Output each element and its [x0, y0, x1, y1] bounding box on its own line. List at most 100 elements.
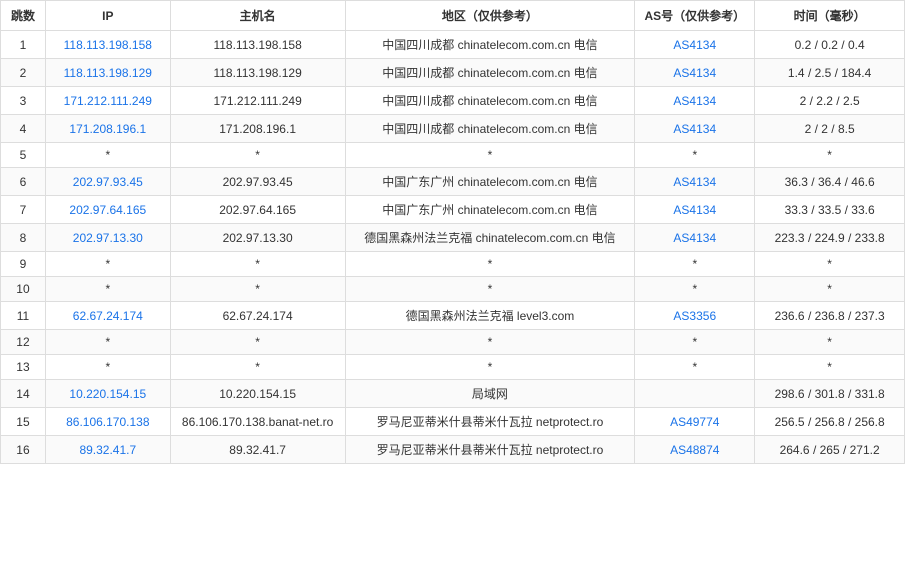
traceroute-table: 跳数 IP 主机名 地区（仅供参考） AS号（仅供参考） 时间（毫秒） 1118…: [0, 0, 905, 464]
cell-ip[interactable]: 202.97.13.30: [45, 224, 170, 252]
cell-hop: 16: [1, 436, 46, 464]
cell-as[interactable]: AS49774: [635, 408, 755, 436]
cell-as[interactable]: AS4134: [635, 168, 755, 196]
cell-hop: 3: [1, 87, 46, 115]
table-row: 3171.212.111.249171.212.111.249中国四川成都 ch…: [1, 87, 905, 115]
cell-hostname: 86.106.170.138.banat-net.ro: [170, 408, 345, 436]
cell-hostname: 202.97.13.30: [170, 224, 345, 252]
cell-as: *: [635, 355, 755, 380]
table-row: 7202.97.64.165202.97.64.165中国广东广州 chinat…: [1, 196, 905, 224]
cell-hop: 7: [1, 196, 46, 224]
cell-ip[interactable]: 118.113.198.158: [45, 31, 170, 59]
cell-as[interactable]: AS48874: [635, 436, 755, 464]
cell-as[interactable]: AS4134: [635, 196, 755, 224]
cell-region: 中国广东广州 chinatelecom.com.cn 电信: [345, 196, 635, 224]
cell-ip[interactable]: 118.113.198.129: [45, 59, 170, 87]
cell-ip: *: [45, 277, 170, 302]
cell-hostname: 202.97.93.45: [170, 168, 345, 196]
table-row: 1118.113.198.158118.113.198.158中国四川成都 ch…: [1, 31, 905, 59]
cell-hop: 1: [1, 31, 46, 59]
cell-ip[interactable]: 10.220.154.15: [45, 380, 170, 408]
cell-ip[interactable]: 171.208.196.1: [45, 115, 170, 143]
cell-region: *: [345, 277, 635, 302]
cell-time: 1.4 / 2.5 / 184.4: [755, 59, 905, 87]
cell-hostname: 89.32.41.7: [170, 436, 345, 464]
table-row: 1410.220.154.1510.220.154.15局域网298.6 / 3…: [1, 380, 905, 408]
as-link[interactable]: AS4134: [673, 94, 716, 108]
ip-link[interactable]: 202.97.13.30: [73, 231, 143, 245]
cell-as[interactable]: AS4134: [635, 115, 755, 143]
cell-region: 中国四川成都 chinatelecom.com.cn 电信: [345, 31, 635, 59]
cell-region: 中国四川成都 chinatelecom.com.cn 电信: [345, 115, 635, 143]
ip-link[interactable]: 171.208.196.1: [69, 122, 146, 136]
cell-hop: 6: [1, 168, 46, 196]
ip-link[interactable]: 202.97.64.165: [69, 203, 146, 217]
cell-region: 中国广东广州 chinatelecom.com.cn 电信: [345, 168, 635, 196]
ip-link[interactable]: 202.97.93.45: [73, 175, 143, 189]
as-link[interactable]: AS4134: [673, 122, 716, 136]
ip-link[interactable]: 118.113.198.158: [64, 38, 152, 52]
table-row: 1162.67.24.17462.67.24.174德国黑森州法兰克福 leve…: [1, 302, 905, 330]
cell-hop: 11: [1, 302, 46, 330]
as-link[interactable]: AS4134: [673, 66, 716, 80]
cell-hop: 12: [1, 330, 46, 355]
cell-hostname: 202.97.64.165: [170, 196, 345, 224]
cell-time: *: [755, 355, 905, 380]
cell-time: *: [755, 277, 905, 302]
cell-as[interactable]: AS4134: [635, 224, 755, 252]
ip-link[interactable]: 171.212.111.249: [64, 94, 152, 108]
as-link[interactable]: AS4134: [673, 231, 716, 245]
cell-hop: 15: [1, 408, 46, 436]
cell-hostname: 171.212.111.249: [170, 87, 345, 115]
cell-region: *: [345, 330, 635, 355]
cell-as[interactable]: AS4134: [635, 59, 755, 87]
cell-as[interactable]: AS3356: [635, 302, 755, 330]
cell-as: *: [635, 143, 755, 168]
as-link[interactable]: AS4134: [673, 175, 716, 189]
table-row: 5*****: [1, 143, 905, 168]
cell-hop: 14: [1, 380, 46, 408]
cell-region: *: [345, 355, 635, 380]
as-link[interactable]: AS48874: [670, 443, 719, 457]
table-row: 2118.113.198.129118.113.198.129中国四川成都 ch…: [1, 59, 905, 87]
col-header-hop: 跳数: [1, 1, 46, 31]
cell-ip[interactable]: 202.97.93.45: [45, 168, 170, 196]
cell-as[interactable]: AS4134: [635, 31, 755, 59]
ip-link[interactable]: 62.67.24.174: [73, 309, 143, 323]
col-header-ip: IP: [45, 1, 170, 31]
cell-time: 33.3 / 33.5 / 33.6: [755, 196, 905, 224]
cell-time: *: [755, 252, 905, 277]
cell-hostname: 118.113.198.158: [170, 31, 345, 59]
cell-region: 罗马尼亚蒂米什县蒂米什瓦拉 netprotect.ro: [345, 408, 635, 436]
cell-ip[interactable]: 202.97.64.165: [45, 196, 170, 224]
cell-hostname: *: [170, 277, 345, 302]
as-link[interactable]: AS4134: [673, 38, 716, 52]
as-link[interactable]: AS4134: [673, 203, 716, 217]
as-link[interactable]: AS3356: [673, 309, 716, 323]
table-row: 15 86.106.170.138 86.106.170.138.banat-net…: [1, 408, 905, 436]
cell-hop: 9: [1, 252, 46, 277]
cell-ip: *: [45, 330, 170, 355]
ip-link[interactable]: 118.113.198.129: [64, 66, 152, 80]
cell-ip[interactable]: 86.106.170.138: [45, 408, 170, 436]
ip-link[interactable]: 86.106.170.138: [66, 415, 149, 429]
cell-hostname: *: [170, 143, 345, 168]
cell-hostname: *: [170, 355, 345, 380]
as-link[interactable]: AS49774: [670, 415, 719, 429]
cell-time: 0.2 / 0.2 / 0.4: [755, 31, 905, 59]
cell-time: *: [755, 330, 905, 355]
cell-ip[interactable]: 171.212.111.249: [45, 87, 170, 115]
cell-hop: 5: [1, 143, 46, 168]
ip-link[interactable]: 10.220.154.15: [69, 387, 146, 401]
cell-hostname: *: [170, 330, 345, 355]
table-row: 1689.32.41.789.32.41.7罗马尼亚蒂米什县蒂米什瓦拉 netp…: [1, 436, 905, 464]
cell-as[interactable]: AS4134: [635, 87, 755, 115]
cell-ip: *: [45, 252, 170, 277]
cell-ip[interactable]: 89.32.41.7: [45, 436, 170, 464]
ip-link[interactable]: 89.32.41.7: [79, 443, 136, 457]
cell-region: 局域网: [345, 380, 635, 408]
cell-region: *: [345, 252, 635, 277]
col-header-hostname: 主机名: [170, 1, 345, 31]
cell-ip[interactable]: 62.67.24.174: [45, 302, 170, 330]
cell-region: 德国黑森州法兰克福 level3.com: [345, 302, 635, 330]
